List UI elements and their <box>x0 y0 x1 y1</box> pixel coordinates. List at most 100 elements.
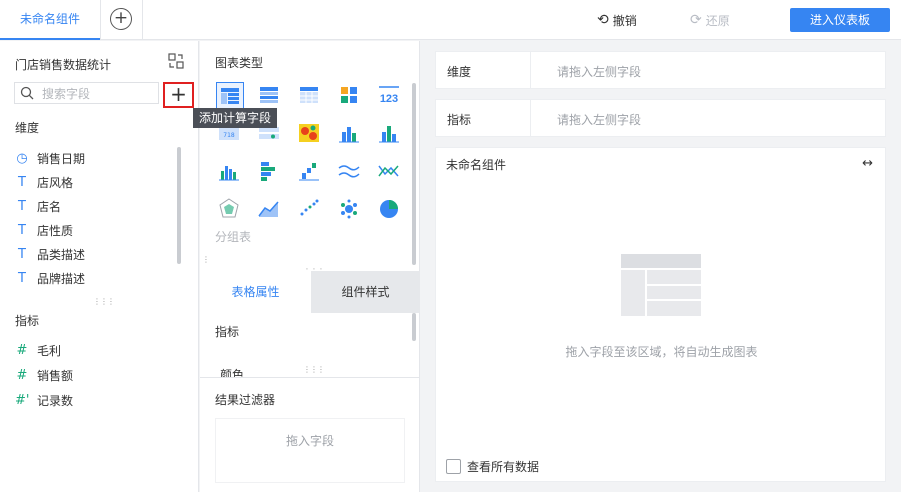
detail-table-chart-icon[interactable] <box>296 82 324 110</box>
waterfall-chart-icon[interactable] <box>296 158 324 186</box>
number-field-icon: # <box>16 343 28 358</box>
color-property-label: 颜色 <box>220 368 245 377</box>
svg-text:718: 718 <box>223 132 235 139</box>
dimension-shelf-label: 维度 <box>447 65 472 79</box>
number-field-icon: # <box>16 368 28 383</box>
field-label: 店名 <box>37 199 62 214</box>
field-label: 品牌描述 <box>37 271 86 286</box>
search-placeholder: 搜索字段 <box>42 86 91 101</box>
list-item[interactable]: T 店风格 <box>15 170 175 194</box>
field-panel: 门店销售数据统计 搜索字段 + 维度 ◷ 销售日期 T 店风格 T 店名 T 店… <box>0 41 199 492</box>
line-chart-icon[interactable] <box>336 158 364 186</box>
tab-unnamed-component[interactable]: 未命名组件 <box>0 0 100 40</box>
grouped-bar-chart-icon[interactable] <box>336 120 364 148</box>
resize-handle[interactable]: ⋮⋮⋮ <box>303 366 325 374</box>
horizontal-bar-chart-icon[interactable] <box>256 158 284 186</box>
fit-width-icon[interactable]: ↔ <box>862 156 873 171</box>
field-label: 销售额 <box>37 369 74 383</box>
list-item[interactable]: # 毛利 <box>15 338 175 363</box>
field-label: 毛利 <box>37 344 62 358</box>
drop-field-hint: 拖入字段 <box>285 434 334 448</box>
search-field[interactable]: 搜索字段 <box>14 82 159 104</box>
text-field-icon: T <box>18 246 26 262</box>
multi-series-bar-chart-icon[interactable] <box>216 158 244 186</box>
undo-label: 撤销 <box>612 13 637 28</box>
tab-divider <box>100 0 101 40</box>
clock-icon: ◷ <box>16 150 28 166</box>
view-all-data-toggle[interactable]: 查看所有数据 <box>446 458 539 475</box>
record-count-icon: #' <box>15 393 30 408</box>
field-label: 品类描述 <box>37 247 86 262</box>
chart-type-hover-label: 分组表 <box>215 230 252 244</box>
add-tab-button[interactable]: + <box>110 8 132 30</box>
redo-icon: ⟳ <box>690 12 702 28</box>
dimension-shelf[interactable]: 维度 请拖入左侧字段 <box>435 51 886 89</box>
chart-type-title: 图表类型 <box>215 56 264 70</box>
property-scrollbar[interactable] <box>412 313 416 341</box>
list-item[interactable]: T 店名 <box>15 194 175 218</box>
field-label: 店性质 <box>37 223 74 238</box>
redo-label: 还原 <box>705 13 730 28</box>
scatter-chart-icon[interactable] <box>296 196 324 224</box>
chart-type-scrollbar[interactable] <box>412 83 416 265</box>
undo-button[interactable]: ⟲ 撤销 <box>597 11 637 29</box>
view-all-data-checkbox[interactable] <box>446 459 461 474</box>
field-label: 销售日期 <box>37 151 86 166</box>
dataset-title: 门店销售数据统计 <box>15 58 112 72</box>
field-label: 店风格 <box>37 175 74 190</box>
result-filter-drop-zone[interactable]: 拖入字段 <box>215 418 405 483</box>
cross-table-chart-icon[interactable] <box>256 82 284 110</box>
bubble-chart-icon[interactable] <box>336 196 364 224</box>
switch-dataset-icon[interactable] <box>168 53 184 69</box>
list-item[interactable]: #' 记录数 <box>15 388 175 413</box>
text-field-icon: T <box>18 198 26 214</box>
tab-table-properties[interactable]: 表格属性 <box>200 271 311 313</box>
group-table-chart-icon[interactable] <box>216 82 244 110</box>
search-icon <box>20 86 34 100</box>
resize-handle[interactable]: ⋮⋮⋮ <box>93 298 115 306</box>
stacked-bar-chart-icon[interactable] <box>376 120 404 148</box>
chart-canvas-area: 维度 请拖入左侧字段 指标 请拖入左侧字段 未命名组件 ↔ 拖入字段至该区域，将… <box>421 41 901 492</box>
add-calculated-field-button[interactable]: + <box>163 82 194 108</box>
list-item[interactable]: T 店性质 <box>15 218 175 242</box>
empty-table-illustration <box>621 254 701 316</box>
add-calculated-field-tooltip: 添加计算字段 <box>193 108 278 128</box>
heat-area-chart-icon[interactable] <box>296 120 324 148</box>
chart-canvas[interactable]: 未命名组件 ↔ 拖入字段至该区域，将自动生成图表 查看所有数据 <box>435 147 886 482</box>
shelf-divider <box>530 100 531 136</box>
dimension-section-label: 维度 <box>15 121 40 135</box>
metric-shelf[interactable]: 指标 请拖入左侧字段 <box>435 99 886 137</box>
metric-section-label: 指标 <box>15 314 40 328</box>
divider <box>200 377 420 378</box>
top-bar: 未命名组件 + ⟲ 撤销 ⟳ 还原 进入仪表板 <box>0 0 901 40</box>
field-label: 记录数 <box>37 394 74 408</box>
list-item[interactable]: # 销售额 <box>15 363 175 388</box>
enter-dashboard-button[interactable]: 进入仪表板 <box>790 8 890 32</box>
list-item[interactable]: ◷ 销售日期 <box>15 146 175 170</box>
dimension-list: ◷ 销售日期 T 店风格 T 店名 T 店性质 T 品类描述 T 品牌描述 <box>15 146 175 299</box>
pie-chart-icon[interactable] <box>376 196 404 224</box>
result-filter-label: 结果过滤器 <box>215 393 276 407</box>
empty-canvas-hint: 拖入字段至该区域，将自动生成图表 <box>565 345 758 359</box>
tab-divider <box>142 0 143 40</box>
list-item[interactable]: T 品牌描述 <box>15 266 175 290</box>
dimension-shelf-placeholder: 请拖入左侧字段 <box>557 65 642 79</box>
kpi-number-chart-icon[interactable]: 123 <box>376 82 404 110</box>
dimension-scrollbar[interactable] <box>177 147 181 264</box>
multi-line-chart-icon[interactable] <box>376 158 404 186</box>
redo-button[interactable]: ⟳ 还原 <box>690 11 730 29</box>
list-item[interactable]: T 品类描述 <box>15 242 175 266</box>
shelf-divider <box>530 52 531 88</box>
heatmap-table-chart-icon[interactable] <box>336 82 364 110</box>
metric-property-label: 指标 <box>215 325 240 339</box>
text-field-icon: T <box>18 270 26 286</box>
metric-list: # 毛利 # 销售额 #' 记录数 <box>15 338 175 413</box>
resize-handle[interactable]: ⋮ <box>202 256 210 264</box>
area-chart-icon[interactable] <box>256 196 284 224</box>
component-title: 未命名组件 <box>446 158 507 172</box>
undo-icon: ⟲ <box>597 12 609 28</box>
metric-shelf-label: 指标 <box>447 113 472 127</box>
tab-component-style[interactable]: 组件样式 <box>311 271 420 313</box>
metric-shelf-placeholder: 请拖入左侧字段 <box>557 113 642 127</box>
radar-chart-icon[interactable] <box>216 196 244 224</box>
